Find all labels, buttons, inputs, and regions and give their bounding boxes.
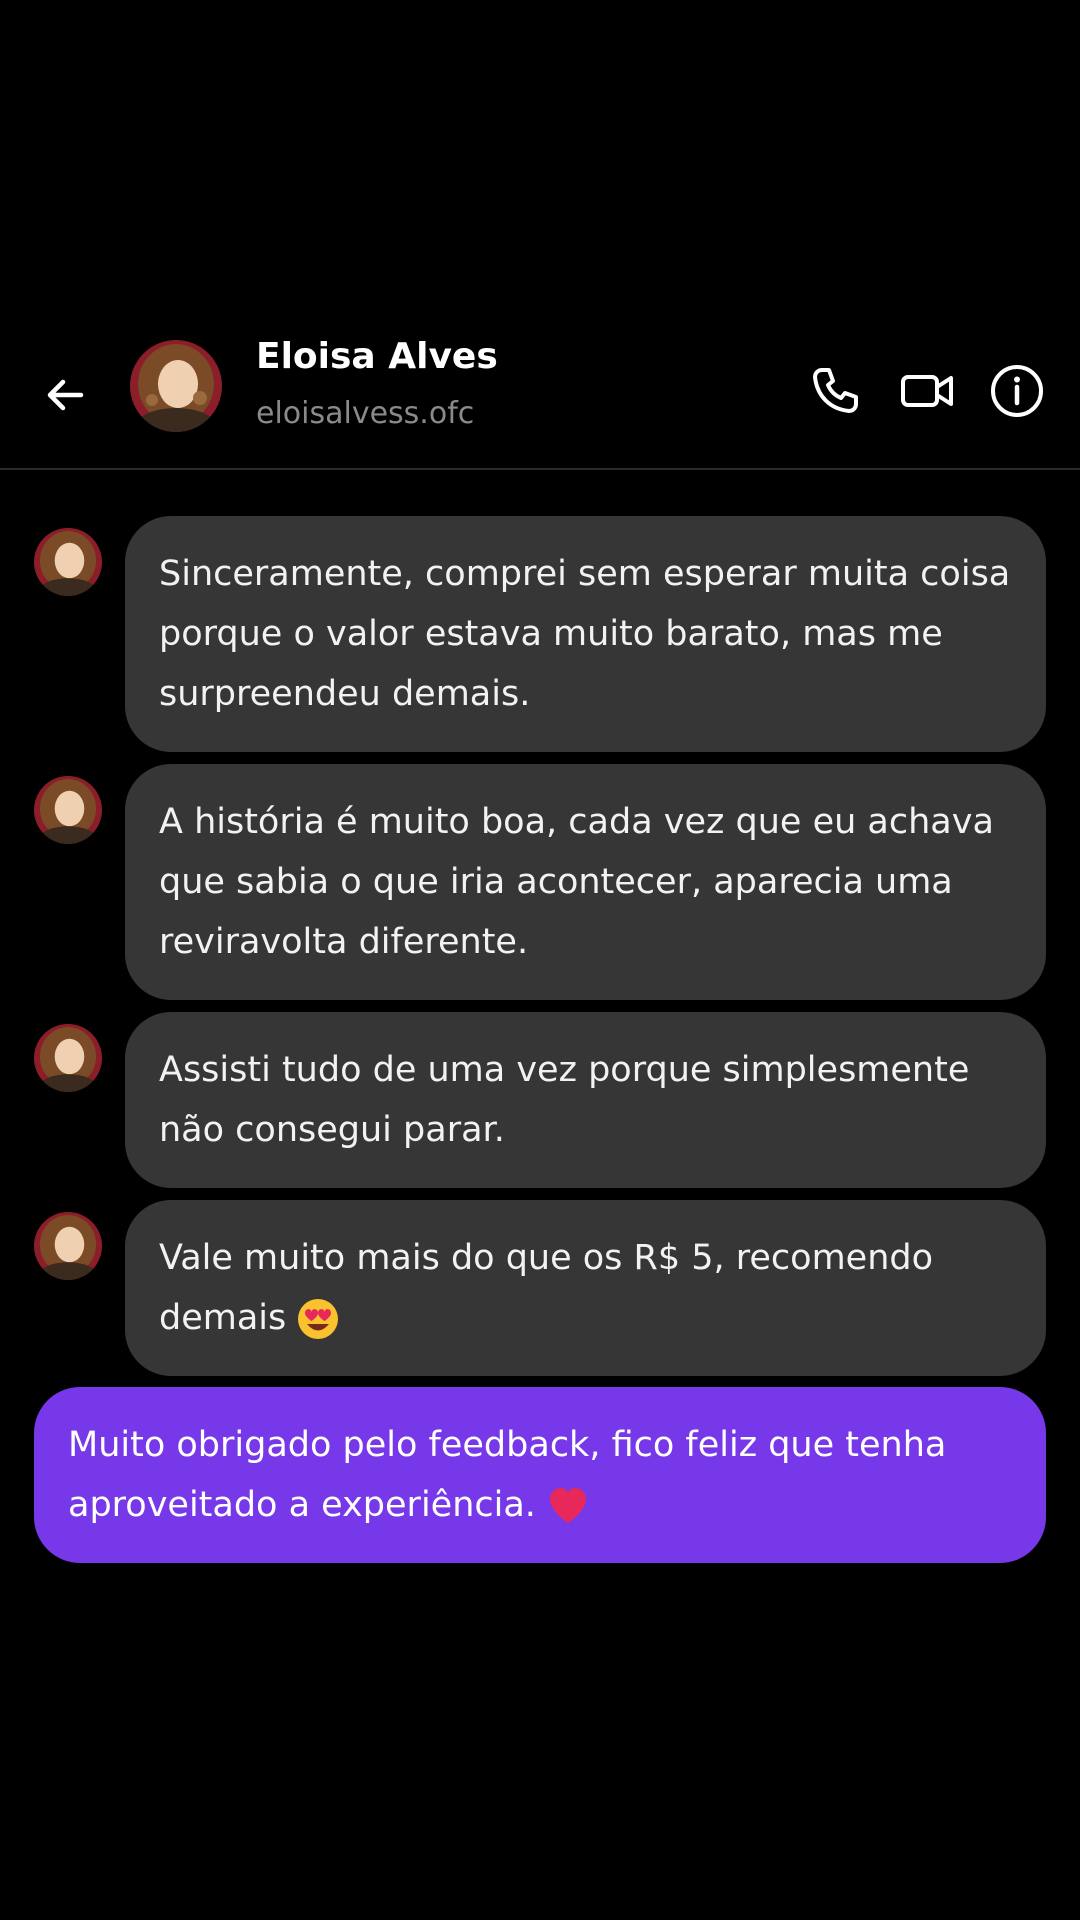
heart-eyes-emoji-icon (298, 1299, 339, 1339)
message-bubble[interactable]: Vale muito mais do que os R$ 5, recomend… (125, 1200, 1046, 1376)
avatar[interactable] (34, 1212, 102, 1280)
arrow-left-icon (47, 379, 84, 411)
header-divider (0, 468, 1080, 470)
video-camera-icon (901, 375, 953, 407)
message-text: Vale muito mais do que os R$ 5, recomend… (159, 1238, 934, 1338)
message-bubble[interactable]: Muito obrigado pelo feedback, fico feliz… (34, 1387, 1046, 1563)
phone-icon (813, 368, 858, 413)
avatar[interactable] (34, 1024, 102, 1092)
message-text: Muito obrigado pelo feedback, fico feliz… (68, 1425, 947, 1525)
contact-handle: eloisalvess.ofc (256, 396, 475, 431)
back-button[interactable] (30, 360, 100, 430)
avatar[interactable] (130, 340, 222, 432)
avatar[interactable] (34, 776, 102, 844)
chat-header: Eloisa Alves eloisalvess.ofc (0, 330, 1080, 470)
video-call-button[interactable] (892, 356, 962, 426)
contact-name[interactable]: Eloisa Alves (256, 336, 498, 377)
message-bubble[interactable]: Assisti tudo de uma vez porque simplesme… (125, 1012, 1046, 1188)
avatar[interactable] (34, 528, 102, 596)
message-bubble[interactable]: Sinceramente, comprei sem esperar muita … (125, 516, 1046, 752)
call-button[interactable] (800, 356, 870, 426)
message-bubble[interactable]: A história é muito boa, cada vez que eu … (125, 764, 1046, 1000)
info-icon (991, 365, 1043, 417)
info-button[interactable] (982, 356, 1052, 426)
heart-emoji-icon (549, 1488, 586, 1523)
